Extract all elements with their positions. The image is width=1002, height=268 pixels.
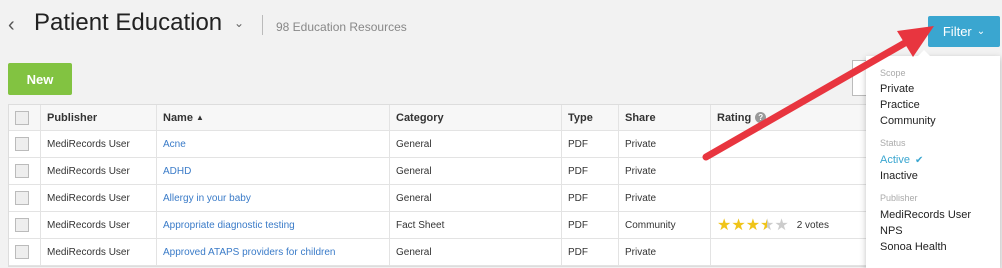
table-header-row: Publisher Name ▲ Category Type Share Rat… (9, 105, 869, 131)
column-header-name[interactable]: Name ▲ (157, 105, 390, 130)
star-icon[interactable]: ★ (746, 217, 760, 234)
publisher-cell: MediRecords User (41, 185, 157, 211)
resource-name-link[interactable]: Allergy in your baby (163, 193, 251, 204)
share-cell: Private (619, 131, 711, 157)
filter-dropdown-menu: Scope Private Practice Community Status … (866, 50, 1000, 268)
star-icon[interactable]: ★ (717, 217, 731, 234)
help-icon[interactable]: ? (755, 112, 767, 123)
filter-publisher-sonoa[interactable]: Sonoa Health (880, 241, 947, 253)
type-cell: PDF (562, 185, 619, 211)
share-cell: Private (619, 185, 711, 211)
publisher-cell: MediRecords User (41, 158, 157, 184)
table-row: MediRecords User Appropriate diagnostic … (9, 212, 869, 239)
row-checkbox[interactable] (15, 218, 29, 232)
vote-count: 2 votes (796, 219, 829, 231)
category-cell: General (390, 239, 562, 265)
scope-section-label: Scope (880, 68, 906, 78)
row-checkbox[interactable] (15, 137, 29, 151)
filter-button[interactable]: Filter ⌄ (928, 16, 1000, 47)
chevron-down-icon: ⌄ (976, 26, 986, 37)
resource-name-link[interactable]: Approved ATAPS providers for children (163, 247, 336, 258)
column-header-rating[interactable]: Rating ? (711, 105, 869, 130)
column-header-share[interactable]: Share (619, 105, 711, 130)
back-chevron-icon[interactable]: ‹ (8, 14, 15, 37)
star-icon[interactable]: ★ (760, 217, 774, 234)
filter-status-active[interactable]: Active ✔ (880, 154, 923, 166)
table-row: MediRecords User Approved ATAPS provider… (9, 239, 869, 266)
filter-publisher-medirecords[interactable]: MediRecords User (880, 209, 971, 221)
table-row: MediRecords User Allergy in your baby Ge… (9, 185, 869, 212)
type-cell: PDF (562, 212, 619, 238)
rating-cell (711, 185, 869, 211)
title-divider (262, 15, 263, 35)
rating-cell (711, 131, 869, 157)
column-header-rating-label: Rating (717, 111, 752, 124)
resource-name-link[interactable]: ADHD (163, 166, 191, 177)
filter-button-label: Filter (942, 24, 972, 39)
share-cell: Private (619, 158, 711, 184)
resource-name-link[interactable]: Acne (163, 139, 186, 150)
category-cell: General (390, 158, 562, 184)
table-row: MediRecords User ADHD General PDF Privat… (9, 158, 869, 185)
filter-scope-community[interactable]: Community (880, 115, 936, 127)
new-button[interactable]: New (8, 63, 72, 95)
filter-status-inactive[interactable]: Inactive (880, 170, 918, 182)
column-header-name-label: Name (163, 111, 193, 124)
column-header-category[interactable]: Category (390, 105, 562, 130)
type-cell: PDF (562, 158, 619, 184)
share-cell: Community (619, 212, 711, 238)
category-cell: Fact Sheet (390, 212, 562, 238)
rating-cell (711, 239, 869, 265)
title-dropdown-chevron-icon[interactable]: ⌄ (234, 16, 244, 30)
category-cell: General (390, 185, 562, 211)
filter-scope-private[interactable]: Private (880, 83, 914, 95)
table-row: MediRecords User Acne General PDF Privat… (9, 131, 869, 158)
column-header-type[interactable]: Type (562, 105, 619, 130)
row-checkbox[interactable] (15, 245, 29, 259)
type-cell: PDF (562, 239, 619, 265)
filter-scope-practice[interactable]: Practice (880, 99, 920, 111)
publisher-cell: MediRecords User (41, 239, 157, 265)
publisher-section-label: Publisher (880, 193, 918, 203)
filter-status-active-label: Active (880, 154, 910, 166)
category-cell: General (390, 131, 562, 157)
row-checkbox[interactable] (15, 164, 29, 178)
row-checkbox[interactable] (15, 191, 29, 205)
education-table: Publisher Name ▲ Category Type Share Rat… (8, 104, 870, 267)
star-rating[interactable]: ★★★★★ (717, 215, 789, 235)
share-cell: Private (619, 239, 711, 265)
page-title: Patient Education (34, 9, 223, 36)
star-icon[interactable]: ★ (731, 217, 745, 234)
select-all-checkbox[interactable] (15, 110, 29, 125)
sort-ascending-icon: ▲ (195, 113, 204, 122)
rating-cell (711, 158, 869, 184)
star-icon[interactable]: ★ (774, 217, 788, 234)
publisher-cell: MediRecords User (41, 212, 157, 238)
status-section-label: Status (880, 138, 906, 148)
column-header-publisher[interactable]: Publisher (41, 105, 157, 130)
resource-count: 98 Education Resources (276, 20, 407, 34)
publisher-cell: MediRecords User (41, 131, 157, 157)
rating-cell: ★★★★★ 2 votes (711, 212, 869, 238)
resource-name-link[interactable]: Appropriate diagnostic testing (163, 220, 295, 231)
type-cell: PDF (562, 131, 619, 157)
filter-publisher-nps[interactable]: NPS (880, 225, 903, 237)
checkmark-icon: ✔ (914, 155, 924, 166)
